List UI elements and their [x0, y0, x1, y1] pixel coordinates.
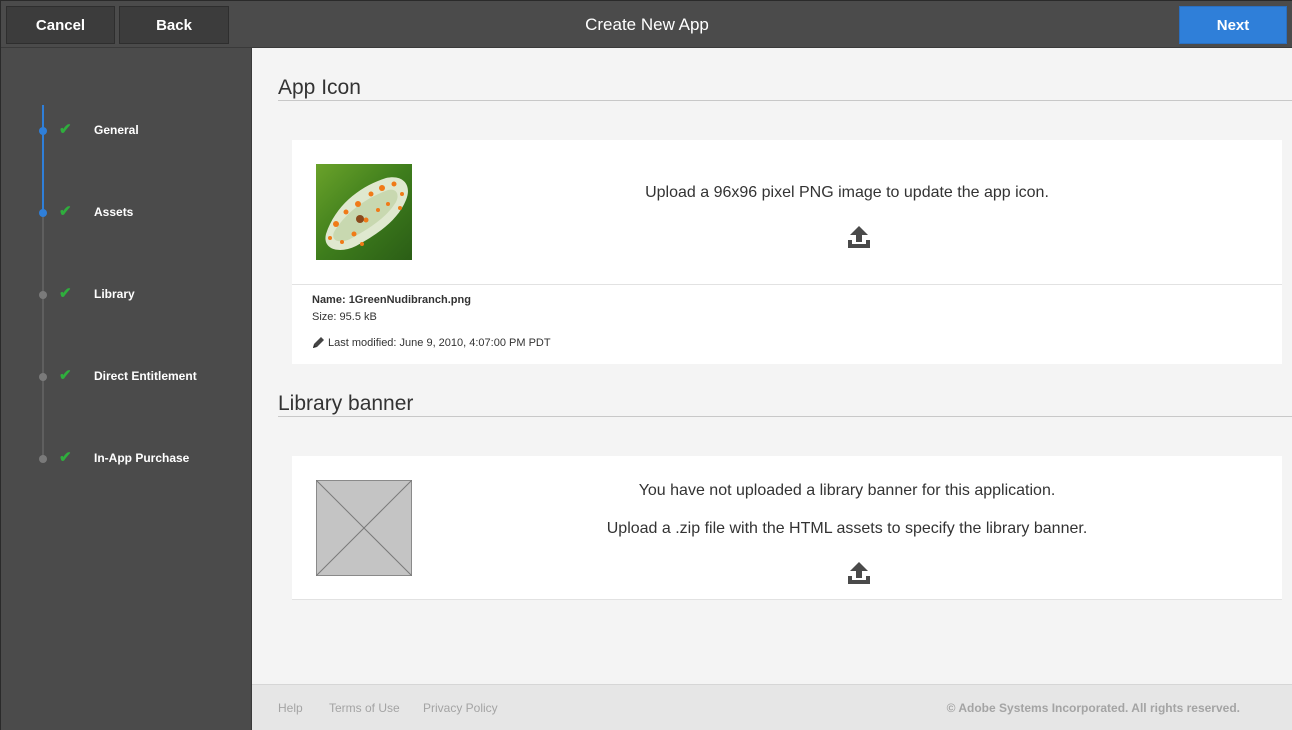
top-bar: Cancel Back Create New App Next — [1, 1, 1292, 48]
library-banner-card: You have not uploaded a library banner f… — [292, 456, 1282, 600]
page-title: Create New App — [585, 15, 709, 34]
main-content: App Icon Upload a 96x96 pixel PNG image … — [252, 48, 1292, 684]
checkmark-icon: ✔ — [59, 367, 72, 384]
file-size-value: 95.5 kB — [339, 311, 377, 323]
footer-link-help[interactable]: Help — [278, 701, 303, 715]
no-banner-message: You have not uploaded a library banner f… — [638, 482, 1056, 499]
step-dot — [39, 455, 47, 463]
upload-icon[interactable] — [846, 560, 872, 586]
step-dot — [39, 373, 47, 381]
step-label: General — [94, 123, 139, 137]
footer: Help Terms of Use Privacy Policy © Adobe… — [252, 684, 1292, 730]
step-label: Library — [94, 287, 135, 301]
app-icon-section-title: App Icon — [278, 76, 361, 99]
last-modified: Last modified: June 9, 2010, 4:07:00 PM … — [312, 336, 551, 349]
card-divider — [292, 284, 1282, 285]
footer-link-privacy[interactable]: Privacy Policy — [423, 701, 498, 715]
file-size: Size: 95.5 kB — [312, 311, 377, 323]
checkmark-icon: ✔ — [59, 203, 72, 220]
step-dot — [39, 291, 47, 299]
step-dot — [39, 127, 47, 135]
step-in-app-purchase[interactable]: ✔ In-App Purchase — [1, 449, 252, 469]
step-label: Direct Entitlement — [94, 369, 197, 383]
library-banner-section-title: Library banner — [278, 392, 414, 415]
app-icon-card: Upload a 96x96 pixel PNG image to update… — [292, 140, 1282, 364]
next-button[interactable]: Next — [1179, 6, 1287, 44]
section-divider — [278, 100, 1292, 101]
file-name-value: 1GreenNudibranch.png — [348, 294, 471, 306]
upload-icon[interactable] — [846, 224, 872, 250]
file-name-label: Name: — [312, 294, 346, 306]
step-direct-entitlement[interactable]: ✔ Direct Entitlement — [1, 367, 252, 387]
step-library[interactable]: ✔ Library — [1, 285, 252, 305]
footer-link-terms[interactable]: Terms of Use — [329, 701, 400, 715]
checkmark-icon: ✔ — [59, 285, 72, 302]
file-size-label: Size: — [312, 311, 337, 323]
step-assets[interactable]: ✔ Assets — [1, 203, 252, 223]
step-label: Assets — [94, 205, 134, 219]
step-general[interactable]: ✔ General — [1, 121, 252, 141]
section-divider — [278, 416, 1292, 417]
image-placeholder-icon — [316, 480, 412, 576]
pencil-icon — [313, 337, 324, 348]
progress-rail-pending — [42, 215, 44, 461]
app-window: Cancel Back Create New App Next ✔ Genera… — [0, 0, 1292, 730]
banner-upload-message: Upload a .zip file with the HTML assets … — [606, 520, 1088, 537]
app-icon-upload-message: Upload a 96x96 pixel PNG image to update… — [645, 184, 1049, 201]
step-label: In-App Purchase — [94, 451, 190, 465]
wizard-steps-sidebar: ✔ General ✔ Assets ✔ Library ✔ Direct En… — [1, 48, 252, 730]
file-name: Name: 1GreenNudibranch.png — [312, 294, 471, 306]
last-modified-text: Last modified: June 9, 2010, 4:07:00 PM … — [328, 336, 551, 349]
checkmark-icon: ✔ — [59, 449, 72, 466]
app-icon-image — [316, 164, 412, 260]
checkmark-icon: ✔ — [59, 121, 72, 138]
copyright: © Adobe Systems Incorporated. All rights… — [946, 701, 1240, 715]
step-dot — [39, 209, 47, 217]
